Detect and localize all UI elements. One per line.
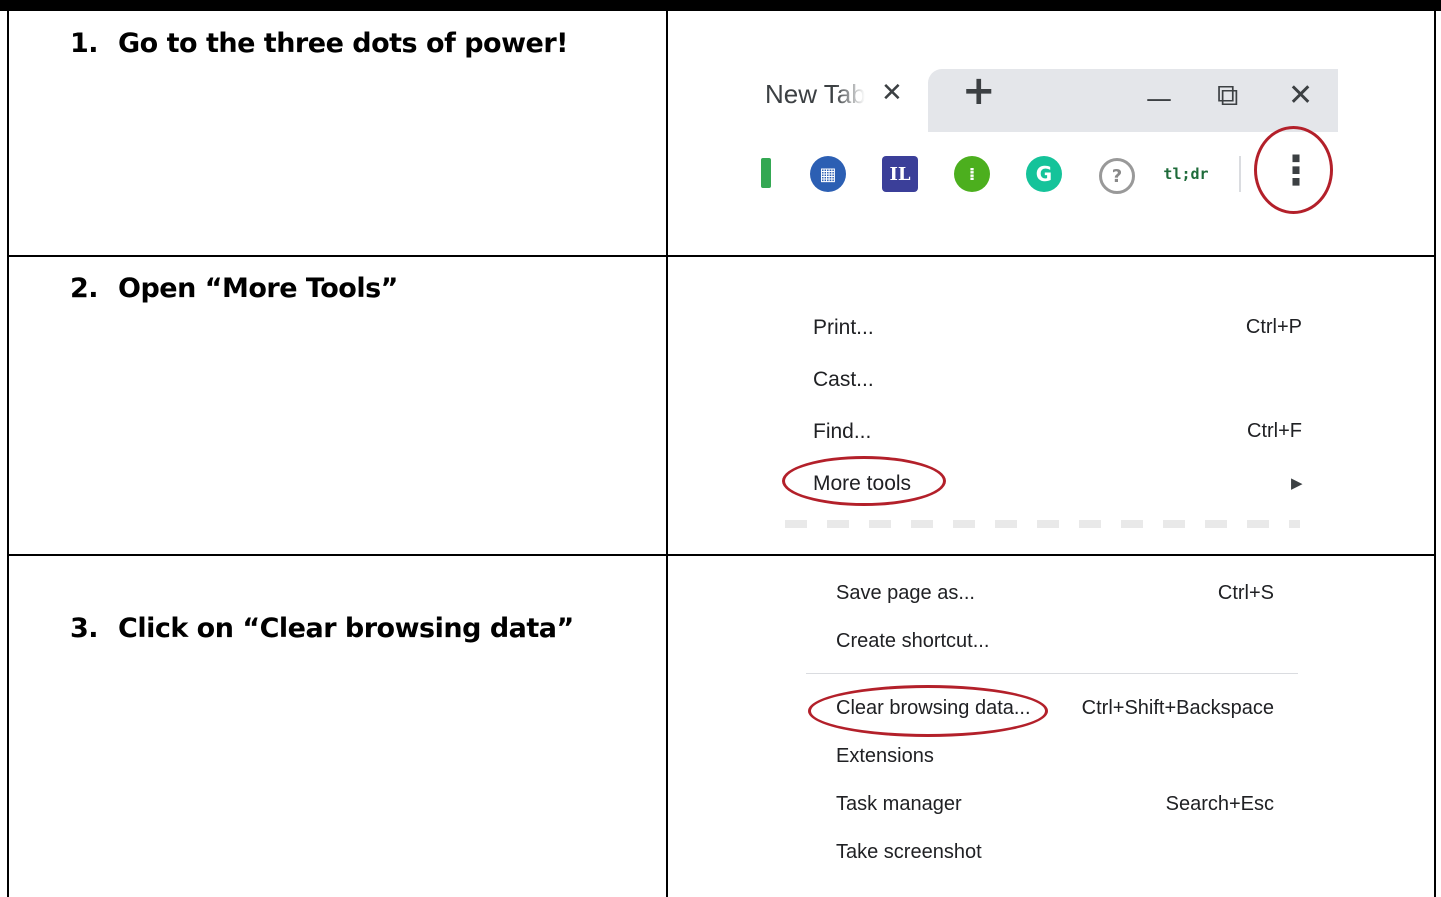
shortcut-find: Ctrl+F bbox=[1247, 420, 1302, 442]
menu-item-extensions[interactable]: Extensions bbox=[836, 745, 934, 768]
menu-item-task-manager[interactable]: Task manager bbox=[836, 793, 962, 816]
close-tab-icon[interactable]: ✕ bbox=[881, 78, 903, 108]
step-2-text: Open “More Tools” bbox=[118, 273, 398, 304]
green-dots-ext-icon[interactable]: ⁞ bbox=[954, 156, 990, 192]
menu-item-cast[interactable]: Cast... bbox=[813, 368, 874, 392]
table-border-left bbox=[7, 11, 9, 897]
new-tab-icon[interactable]: + bbox=[962, 68, 996, 114]
step-1-text: Go to the three dots of power! bbox=[118, 28, 569, 59]
step-2-number: 2. bbox=[70, 273, 99, 304]
il-ext-icon[interactable]: IL bbox=[882, 156, 918, 192]
shortcut-clear-browsing-data: Ctrl+Shift+Backspace bbox=[1081, 697, 1274, 719]
window-close-icon[interactable]: ✕ bbox=[1288, 78, 1313, 113]
table-row-divider-2 bbox=[7, 554, 1436, 556]
menu-item-take-screenshot[interactable]: Take screenshot bbox=[836, 841, 982, 864]
shortcut-task-manager: Search+Esc bbox=[1165, 793, 1274, 815]
submenu-arrow-icon: ▶ bbox=[1291, 474, 1303, 492]
menu-item-create-shortcut[interactable]: Create shortcut... bbox=[836, 630, 989, 653]
faded-menu-row bbox=[785, 520, 1300, 528]
top-border bbox=[0, 0, 1441, 11]
step-3: 3. Click on “Clear browsing data” bbox=[70, 613, 574, 644]
menu-item-find[interactable]: Find... bbox=[813, 420, 871, 444]
table-row-divider-1 bbox=[7, 255, 1436, 257]
minimize-icon[interactable]: — bbox=[1146, 84, 1172, 114]
table-border-middle bbox=[666, 11, 668, 897]
step-1-number: 1. bbox=[70, 28, 99, 59]
table-border-right bbox=[1434, 11, 1436, 897]
menu-item-save-page-as[interactable]: Save page as... bbox=[836, 582, 975, 605]
help-ext-icon[interactable]: ? bbox=[1099, 158, 1135, 194]
shortcut-save-page-as: Ctrl+S bbox=[1217, 582, 1274, 604]
highlight-ring-more-tools bbox=[782, 456, 946, 506]
highlight-ring-clear-browsing-data bbox=[808, 685, 1048, 737]
tab-title[interactable]: New Tab bbox=[765, 79, 865, 110]
restore-icon[interactable]: ⧉ bbox=[1217, 78, 1238, 113]
step-3-number: 3. bbox=[70, 613, 99, 644]
step-1: 1. Go to the three dots of power! bbox=[70, 28, 569, 59]
step-3-text: Click on “Clear browsing data” bbox=[118, 613, 574, 644]
tldr-ext-icon[interactable]: tl;dr bbox=[1163, 156, 1208, 192]
menu-item-print[interactable]: Print... bbox=[813, 316, 874, 340]
calendar-ext-icon[interactable]: ▦ bbox=[810, 156, 846, 192]
menu-separator bbox=[806, 673, 1298, 674]
sheets-icon[interactable] bbox=[761, 158, 771, 188]
highlight-ring-menu bbox=[1254, 126, 1333, 214]
step-2: 2. Open “More Tools” bbox=[70, 273, 398, 304]
toolbar-divider bbox=[1239, 156, 1241, 192]
shortcut-print: Ctrl+P bbox=[1245, 316, 1302, 338]
grammarly-ext-icon[interactable]: G bbox=[1026, 156, 1062, 192]
